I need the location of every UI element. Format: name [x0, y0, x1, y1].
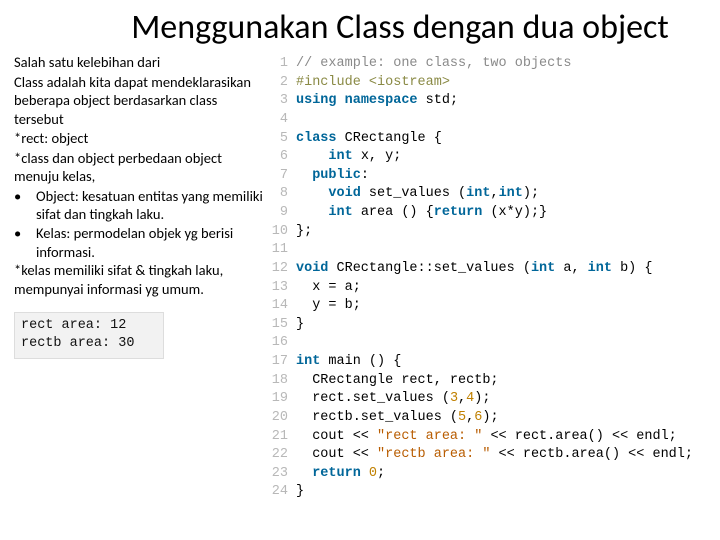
code-text: void set_values (int,int);: [296, 185, 712, 204]
code-line: 19 rect.set_values (3,4);: [268, 390, 712, 409]
line-number: 18: [268, 372, 296, 391]
line-number: 15: [268, 316, 296, 335]
code-line: 17int main () {: [268, 353, 712, 372]
code-line: 13 x = a;: [268, 279, 712, 298]
desc-line: *rect: object: [14, 129, 264, 148]
code-text: public:: [296, 167, 712, 186]
line-number: 5: [268, 130, 296, 149]
bullet-mark: •: [14, 187, 32, 224]
code-line: 12void CRectangle::set_values (int a, in…: [268, 260, 712, 279]
code-text: [296, 334, 712, 353]
code-line: 16: [268, 334, 712, 353]
desc-line: *class dan object perbedaan object menuj…: [14, 149, 264, 186]
line-number: 2: [268, 74, 296, 93]
code-text: using namespace std;: [296, 92, 712, 111]
code-text: }: [296, 316, 712, 335]
code-text: // example: one class, two objects: [296, 55, 712, 74]
desc-line: *kelas memiliki sifat & tingkah laku, me…: [14, 261, 264, 298]
description-column: Salah satu kelebihan dari Class adalah k…: [14, 53, 264, 502]
code-line: 1// example: one class, two objects: [268, 55, 712, 74]
code-line: 21 cout << "rect area: " << rect.area() …: [268, 428, 712, 447]
code-line: 24}: [268, 483, 712, 502]
output-box: rect area: 12 rectb area: 30: [14, 312, 164, 358]
code-text: void CRectangle::set_values (int a, int …: [296, 260, 712, 279]
line-number: 8: [268, 185, 296, 204]
line-number: 16: [268, 334, 296, 353]
output-line: rect area: 12: [21, 317, 157, 335]
code-text: [296, 111, 712, 130]
line-number: 14: [268, 297, 296, 316]
line-number: 17: [268, 353, 296, 372]
line-number: 9: [268, 204, 296, 223]
code-text: x = a;: [296, 279, 712, 298]
line-number: 7: [268, 167, 296, 186]
code-text: cout << "rect area: " << rect.area() << …: [296, 428, 712, 447]
code-text: CRectangle rect, rectb;: [296, 372, 712, 391]
line-number: 12: [268, 260, 296, 279]
code-line: 11: [268, 241, 712, 260]
bullet-item: • Kelas: permodelan objek yg berisi info…: [14, 224, 264, 261]
code-text: int main () {: [296, 353, 712, 372]
line-number: 21: [268, 428, 296, 447]
code-line: 18 CRectangle rect, rectb;: [268, 372, 712, 391]
line-number: 24: [268, 483, 296, 502]
code-line: 3using namespace std;: [268, 92, 712, 111]
code-line: 5class CRectangle {: [268, 130, 712, 149]
bullet-item: • Object: kesatuan entitas yang memiliki…: [14, 187, 264, 224]
code-text: cout << "rectb area: " << rectb.area() <…: [296, 446, 712, 465]
line-number: 4: [268, 111, 296, 130]
code-text: class CRectangle {: [296, 130, 712, 149]
code-text: int x, y;: [296, 148, 712, 167]
code-line: 9 int area () {return (x*y);}: [268, 204, 712, 223]
code-line: 15}: [268, 316, 712, 335]
code-column: 1// example: one class, two objects2#inc…: [268, 53, 712, 502]
code-line: 22 cout << "rectb area: " << rectb.area(…: [268, 446, 712, 465]
code-line: 8 void set_values (int,int);: [268, 185, 712, 204]
code-text: int area () {return (x*y);}: [296, 204, 712, 223]
code-line: 20 rectb.set_values (5,6);: [268, 409, 712, 428]
code-line: 23 return 0;: [268, 465, 712, 484]
code-line: 7 public:: [268, 167, 712, 186]
code-text: return 0;: [296, 465, 712, 484]
line-number: 23: [268, 465, 296, 484]
output-line: rectb area: 30: [21, 335, 157, 353]
content-row: Salah satu kelebihan dari Class adalah k…: [0, 53, 720, 502]
bullet-text: Object: kesatuan entitas yang memiliki s…: [32, 187, 264, 224]
line-number: 22: [268, 446, 296, 465]
line-number: 11: [268, 241, 296, 260]
code-line: 14 y = b;: [268, 297, 712, 316]
code-text: rectb.set_values (5,6);: [296, 409, 712, 428]
line-number: 6: [268, 148, 296, 167]
code-text: y = b;: [296, 297, 712, 316]
code-line: 6 int x, y;: [268, 148, 712, 167]
line-number: 10: [268, 223, 296, 242]
code-text: };: [296, 223, 712, 242]
desc-line: Salah satu kelebihan dari: [14, 53, 264, 72]
code-line: 2#include <iostream>: [268, 74, 712, 93]
line-number: 13: [268, 279, 296, 298]
code-line: 10};: [268, 223, 712, 242]
line-number: 1: [268, 55, 296, 74]
code-text: }: [296, 483, 712, 502]
desc-line: Class adalah kita dapat mendeklarasikan …: [14, 73, 264, 129]
code-text: rect.set_values (3,4);: [296, 390, 712, 409]
bullet-mark: •: [14, 224, 32, 261]
code-text: #include <iostream>: [296, 74, 712, 93]
slide-title: Menggunakan Class dengan dua object: [0, 0, 720, 53]
line-number: 20: [268, 409, 296, 428]
code-line: 4: [268, 111, 712, 130]
code-text: [296, 241, 712, 260]
bullet-text: Kelas: permodelan objek yg berisi inform…: [32, 224, 264, 261]
line-number: 3: [268, 92, 296, 111]
line-number: 19: [268, 390, 296, 409]
